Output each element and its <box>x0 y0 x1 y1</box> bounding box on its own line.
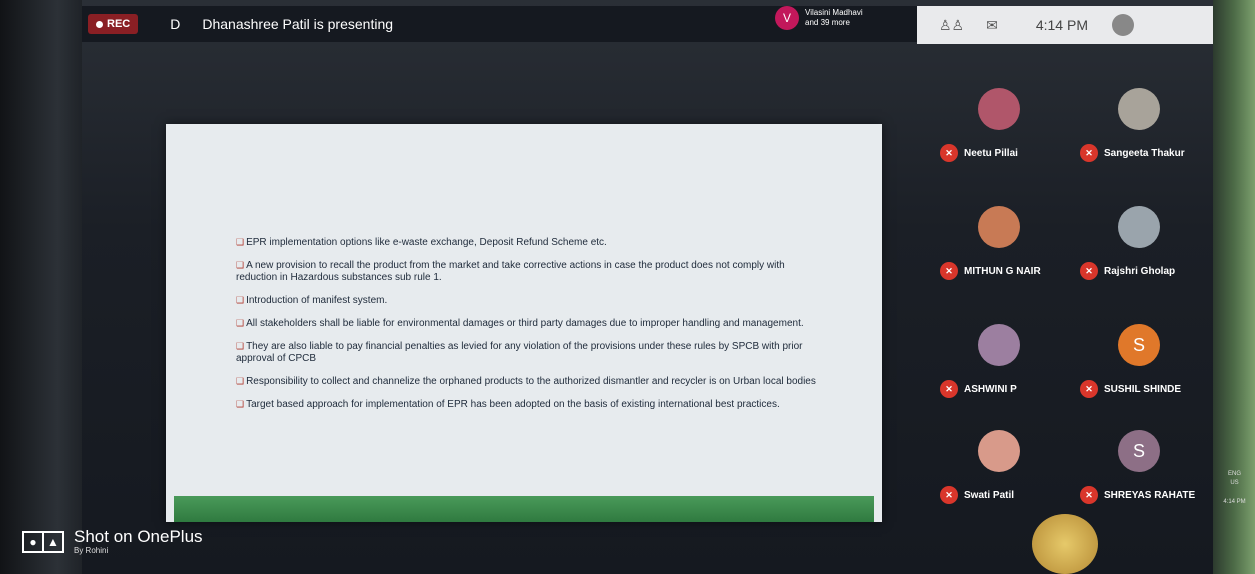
participant-tile[interactable]: ✕ Neetu Pillai <box>930 62 1070 180</box>
camera-watermark: ● ▲ Shot on OnePlus By Rohini <box>22 528 203 555</box>
shared-slide: EPR implementation options like e-waste … <box>166 124 882 522</box>
triangle-icon: ▲ <box>42 532 62 551</box>
mic-muted-icon: ✕ <box>1080 380 1098 398</box>
presenting-status: Dhanashree Patil is presenting <box>202 16 394 32</box>
participant-avatar: V <box>775 6 799 30</box>
slide-bullet: EPR implementation options like e-waste … <box>236 236 826 249</box>
slide-bullet: A new provision to recall the product fr… <box>236 259 826 284</box>
watermark-subtitle: By Rohini <box>74 546 109 555</box>
system-tray: ENG US 4:14 PM <box>1214 470 1255 507</box>
slide-bullet: They are also liable to pay financial pe… <box>236 340 826 365</box>
slide-bullet: Responsibility to collect and channelize… <box>236 375 826 388</box>
avatar <box>1118 88 1160 130</box>
participant-name-row: ✕ MITHUN G NAIR <box>940 262 1041 280</box>
dot-icon: ● <box>29 534 37 549</box>
participant-name-row: ✕ ASHWINI P <box>940 380 1017 398</box>
self-avatar[interactable] <box>1111 14 1134 36</box>
record-dot-icon <box>96 20 103 28</box>
participant-tile[interactable]: S ✕ SHREYAS RAHATE <box>1070 404 1210 522</box>
keyboard-language[interactable]: ENG <box>1214 470 1255 479</box>
mic-muted-icon: ✕ <box>940 262 958 280</box>
participant-name-row: ✕ SHREYAS RAHATE <box>1080 486 1195 504</box>
participants-chip[interactable]: V Vilasini Madhavi and 39 more <box>775 6 863 30</box>
avatar <box>978 88 1020 130</box>
participant-name-row: ✕ Rajshri Gholap <box>1080 262 1175 280</box>
participants-summary: Vilasini Madhavi and 39 more <box>805 8 863 28</box>
participant-tile[interactable]: ✕ Swati Patil <box>930 404 1070 522</box>
watermark-title: Shot on OnePlus <box>74 527 203 546</box>
mic-muted-icon: ✕ <box>1080 486 1098 504</box>
participant-tile[interactable]: S ✕ SUSHIL SHINDE <box>1070 298 1210 416</box>
keyboard-region[interactable]: US <box>1214 479 1255 488</box>
mic-muted-icon: ✕ <box>1080 262 1098 280</box>
participant-tile[interactable]: ✕ Rajshri Gholap <box>1070 180 1210 298</box>
avatar <box>978 324 1020 366</box>
participant-name: Sangeeta Thakur <box>1104 147 1185 159</box>
presenter-avatar: D <box>170 16 181 32</box>
participant-name: Neetu Pillai <box>964 147 1018 159</box>
people-icon[interactable]: ♙♙ <box>939 17 964 34</box>
meeting-clock: 4:14 PM <box>1035 17 1088 33</box>
avatar[interactable] <box>1032 514 1098 574</box>
slide-bullets: EPR implementation options like e-waste … <box>236 236 826 421</box>
participant-tile[interactable]: ✕ MITHUN G NAIR <box>930 180 1070 298</box>
slide-footer-bar <box>174 496 874 522</box>
participant-name: SUSHIL SHINDE <box>1104 383 1182 395</box>
meeting-toolbar: ♙♙ ✉ 4:14 PM <box>917 6 1213 44</box>
watermark-text: Shot on OnePlus By Rohini <box>74 527 203 556</box>
avatar: S <box>1118 430 1160 472</box>
participant-tile[interactable]: ✕ Sangeeta Thakur <box>1070 62 1210 180</box>
avatar: S <box>1118 324 1160 366</box>
monitor-bezel-left <box>0 0 82 574</box>
chat-icon[interactable]: ✉ <box>986 17 998 34</box>
participant-name-row: ✕ Neetu Pillai <box>940 144 1018 162</box>
participants-line1: Vilasini Madhavi <box>805 8 863 17</box>
avatar <box>978 206 1020 248</box>
avatar <box>1118 206 1160 248</box>
slide-bullet: All stakeholders shall be liable for env… <box>236 317 826 330</box>
system-clock[interactable]: 4:14 PM <box>1214 498 1255 507</box>
participant-name-row: ✕ Swati Patil <box>940 486 1014 504</box>
mic-muted-icon: ✕ <box>940 144 958 162</box>
recording-indicator: REC <box>88 14 139 34</box>
participant-tile[interactable]: ✕ ASHWINI P <box>930 298 1070 416</box>
participant-name: SHREYAS RAHATE <box>1104 489 1196 501</box>
participant-name-row: ✕ Sangeeta Thakur <box>1080 144 1185 162</box>
participant-name: Rajshri Gholap <box>1104 265 1176 277</box>
rec-label: REC <box>107 18 131 30</box>
participant-name: ASHWINI P <box>964 383 1017 395</box>
participants-line2: and 39 more <box>805 18 850 27</box>
slide-bullet: Introduction of manifest system. <box>236 294 826 307</box>
participant-grid: ✕ Neetu Pillai ✕ Sangeeta Thakur ✕ MITHU… <box>930 48 1213 574</box>
participant-name: Swati Patil <box>964 489 1015 501</box>
oneplus-logo-icon: ● ▲ <box>22 530 64 553</box>
mic-muted-icon: ✕ <box>940 380 958 398</box>
mic-muted-icon: ✕ <box>1080 144 1098 162</box>
mic-muted-icon: ✕ <box>940 486 958 504</box>
slide-bullet: Target based approach for implementation… <box>236 398 826 411</box>
avatar <box>978 430 1020 472</box>
participant-name-row: ✕ SUSHIL SHINDE <box>1080 380 1181 398</box>
participant-name: MITHUN G NAIR <box>964 265 1041 277</box>
